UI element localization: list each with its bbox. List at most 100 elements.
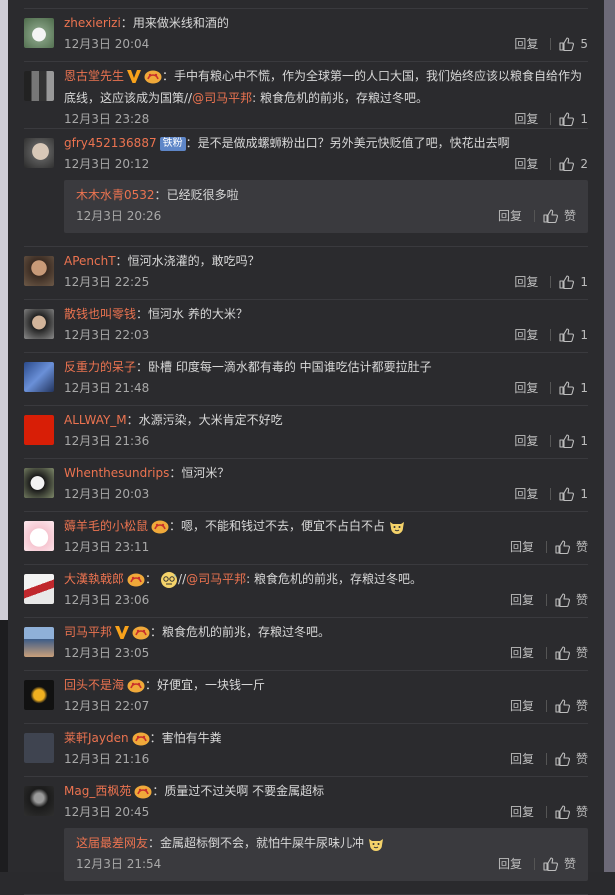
action-divider bbox=[550, 382, 552, 394]
sweat-emoji-icon bbox=[161, 571, 178, 588]
mention-link[interactable]: @司马平邦 bbox=[186, 572, 246, 586]
like-button[interactable]: 赞 bbox=[543, 206, 576, 226]
like-button[interactable]: 1 bbox=[559, 109, 588, 129]
thumb-up-icon bbox=[559, 275, 575, 289]
comment-text: 好便宜，一块钱一斤 bbox=[157, 678, 266, 692]
like-button[interactable]: 赞 bbox=[555, 590, 588, 610]
commenter-name[interactable]: Mag_西枫苑 bbox=[64, 784, 131, 798]
thumb-up-icon bbox=[555, 540, 570, 554]
reply-button[interactable]: 回复 bbox=[514, 378, 538, 398]
wings-avatar[interactable] bbox=[24, 680, 54, 710]
comment-meta: 12月3日 21:36 回复 1 bbox=[64, 431, 588, 451]
mention-link[interactable]: @司马平邦 bbox=[192, 91, 252, 105]
reply-button[interactable]: 回复 bbox=[514, 109, 538, 129]
action-divider bbox=[550, 113, 552, 125]
commenter-name[interactable]: 大漢執戟郎 bbox=[64, 572, 124, 586]
reply-button[interactable]: 回复 bbox=[510, 590, 534, 610]
flag-avatar[interactable] bbox=[24, 415, 54, 445]
reply-button[interactable]: 回复 bbox=[514, 34, 538, 54]
commenter-name[interactable]: 反重力的呆子 bbox=[64, 360, 136, 374]
reply-button[interactable]: 回复 bbox=[498, 854, 522, 874]
comment-content: ALLWAY_M：水源污染，大米肯定不好吃 bbox=[64, 409, 588, 431]
vip-fan-badge-icon bbox=[144, 70, 162, 83]
blue-avatar[interactable] bbox=[24, 362, 54, 392]
colon: ： bbox=[162, 69, 175, 83]
reply-button[interactable]: 回复 bbox=[514, 484, 538, 504]
comment-time: 12月3日 20:12 bbox=[64, 157, 150, 171]
comment-meta: 12月3日 21:54 回复 赞 bbox=[76, 854, 588, 874]
like-button[interactable]: 赞 bbox=[555, 749, 588, 769]
thumb-up-icon bbox=[555, 805, 570, 819]
like-button[interactable]: 赞 bbox=[555, 802, 588, 822]
colon: ： bbox=[136, 307, 149, 321]
panda-avatar[interactable] bbox=[24, 468, 54, 498]
reply-author[interactable]: 木木水青0532 bbox=[76, 188, 155, 202]
face-avatar[interactable] bbox=[24, 138, 54, 168]
like-button[interactable]: 1 bbox=[559, 272, 588, 292]
reply-button[interactable]: 回复 bbox=[510, 537, 534, 557]
action-divider bbox=[545, 753, 547, 765]
like-button[interactable]: 1 bbox=[559, 484, 588, 504]
reply-button[interactable]: 回复 bbox=[498, 206, 522, 226]
comment-item: Whenthesundrips：恒河米？ 12月3日 20:03 回复 1 bbox=[24, 459, 588, 512]
text-avatar[interactable] bbox=[24, 733, 54, 763]
like-button[interactable]: 5 bbox=[559, 34, 588, 54]
commenter-name[interactable]: 莱軒Jayden bbox=[64, 731, 129, 745]
reply-button[interactable]: 回复 bbox=[514, 325, 538, 345]
red-avatar[interactable] bbox=[24, 574, 54, 604]
reply-button[interactable]: 回复 bbox=[510, 802, 534, 822]
commenter-name[interactable]: 薅羊毛的小松鼠 bbox=[64, 519, 148, 533]
like-button[interactable]: 赞 bbox=[555, 696, 588, 716]
like-button[interactable]: 1 bbox=[559, 431, 588, 451]
action-divider bbox=[545, 700, 547, 712]
commenter-name[interactable]: zhexierizi bbox=[64, 16, 121, 30]
commenter-name[interactable]: ALLWAY_M bbox=[64, 413, 127, 427]
comment-meta: 12月3日 20:03 回复 1 bbox=[64, 484, 588, 504]
commenter-name[interactable]: Whenthesundrips bbox=[64, 466, 169, 480]
like-button[interactable]: 1 bbox=[559, 378, 588, 398]
like-button[interactable]: 1 bbox=[559, 325, 588, 345]
colon: ： bbox=[154, 188, 167, 202]
comment-time: 12月3日 20:45 bbox=[64, 805, 150, 819]
colon: ： bbox=[148, 836, 161, 850]
reply-button[interactable]: 回复 bbox=[514, 272, 538, 292]
colon: ： bbox=[169, 519, 182, 533]
reply-button[interactable]: 回复 bbox=[514, 154, 538, 174]
lotus-avatar[interactable] bbox=[24, 18, 54, 48]
reply-text: 已经贬很多啦 bbox=[166, 188, 239, 202]
man-avatar[interactable] bbox=[24, 256, 54, 286]
commenter-name[interactable]: 司马平邦 bbox=[64, 625, 112, 639]
comment-content: APenchT：恒河水浇灌的，敢吃吗？ bbox=[64, 250, 588, 272]
commenter-name[interactable]: 散钱也叫零钱 bbox=[64, 307, 136, 321]
guy-avatar[interactable] bbox=[24, 309, 54, 339]
nested-reply: 这届最差网友：金属超标倒不会，就怕牛屎牛尿味儿冲 12月3日 21:54 回复 … bbox=[64, 828, 588, 881]
dark-avatar[interactable] bbox=[24, 786, 54, 816]
like-button[interactable]: 2 bbox=[559, 154, 588, 174]
reply-author[interactable]: 这届最差网友 bbox=[76, 836, 148, 850]
commenter-name[interactable]: gfry452136887 bbox=[64, 136, 157, 150]
like-button[interactable]: 赞 bbox=[543, 854, 576, 874]
comment-actions: 回复 1 bbox=[514, 484, 588, 504]
like-button[interactable]: 赞 bbox=[555, 537, 588, 557]
reply-text: 金属超标倒不会，就怕牛屎牛尿味儿冲 bbox=[160, 836, 365, 850]
comment-item: 反重力的呆子：卧槽 印度每一滴水都有毒的 中国谁吃估计都要拉肚子 12月3日 2… bbox=[24, 353, 588, 406]
reply-button[interactable]: 回复 bbox=[514, 431, 538, 451]
reply-button[interactable]: 回复 bbox=[510, 749, 534, 769]
comment-meta: 12月3日 22:25 回复 1 bbox=[64, 272, 588, 292]
like-button[interactable]: 赞 bbox=[555, 643, 588, 663]
commenter-name[interactable]: 恩古堂先生 bbox=[64, 69, 124, 83]
bw-photo-avatar[interactable] bbox=[24, 71, 54, 101]
commenter-name[interactable]: 回头不是海 bbox=[64, 678, 124, 692]
comment-item: zhexierizi：用来做米线和酒的 12月3日 20:04 回复 5 bbox=[24, 9, 588, 62]
people-avatar[interactable] bbox=[24, 627, 54, 657]
reply-button[interactable]: 回复 bbox=[510, 696, 534, 716]
comment-time: 12月3日 20:03 bbox=[64, 487, 150, 501]
cartoon-avatar[interactable] bbox=[24, 521, 54, 551]
thumb-up-icon bbox=[559, 112, 575, 126]
comment-item: 司马平邦 ：粮食危机的前兆，存粮过冬吧。 12月3日 23:05 回复 赞 bbox=[24, 618, 588, 671]
comment-panel: zhexierizi：用来做米线和酒的 12月3日 20:04 回复 5 恩古堂… bbox=[8, 0, 604, 895]
reply-button[interactable]: 回复 bbox=[510, 643, 534, 663]
comment-actions: 回复 赞 bbox=[510, 643, 588, 663]
comment-meta: 12月3日 22:07 回复 赞 bbox=[64, 696, 588, 716]
commenter-name[interactable]: APenchT bbox=[64, 254, 116, 268]
